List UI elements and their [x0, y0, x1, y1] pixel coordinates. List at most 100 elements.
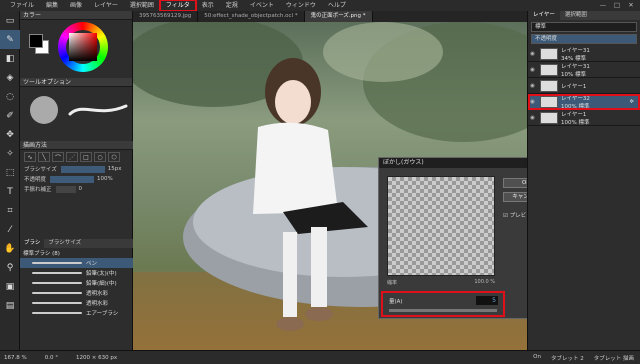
- zoom-value: 100.0 %: [474, 279, 495, 285]
- layer-mode-icon[interactable]: ▣: [0, 277, 20, 296]
- layer-row[interactable]: ◉ レイヤー1 100% 標準: [528, 110, 640, 126]
- pen-tool-icon[interactable]: ✎: [0, 30, 20, 49]
- layer-thumbnail: [540, 95, 558, 108]
- saturation-value-square[interactable]: [69, 33, 97, 61]
- stabilizer-value[interactable]: 0: [79, 186, 83, 192]
- brush-item-label: ペン: [86, 261, 98, 267]
- color-panel-title: カラー: [20, 11, 132, 20]
- amount-input[interactable]: 5: [476, 296, 498, 305]
- opacity-slider[interactable]: [50, 175, 95, 183]
- ellipse-icon[interactable]: ○: [94, 152, 106, 162]
- brush-group[interactable]: 標準ブラシ (8): [20, 248, 133, 258]
- layer-thumbnail: [540, 63, 558, 76]
- brush-tip-preview: [30, 96, 58, 124]
- brush-tool-icon[interactable]: ✐: [0, 106, 20, 125]
- layer-name: レイヤー32: [561, 95, 590, 102]
- lasso-tool-icon[interactable]: ◌: [0, 87, 20, 106]
- layer-list: ◉ レイヤー31 34% 標準 ◉ レイヤー31 10% 標準 ◉ レイヤー1 ◉ …: [528, 46, 640, 126]
- document-tab-active[interactable]: 鬼の正面ポーズ.png *: [304, 11, 373, 22]
- angle-status[interactable]: 0.0 °: [45, 355, 58, 361]
- eraser-tool-icon[interactable]: ◧: [0, 49, 20, 68]
- eye-icon[interactable]: ◉: [528, 83, 537, 89]
- maximize-button[interactable]: □: [610, 0, 624, 11]
- select-tool-icon[interactable]: ▭: [0, 11, 20, 30]
- tab-brush[interactable]: ブラシ: [20, 239, 45, 248]
- minimize-button[interactable]: —: [596, 0, 610, 11]
- menu-edit[interactable]: 編集: [40, 0, 64, 11]
- amount-control: 量(A) 5: [381, 291, 505, 317]
- menu-event[interactable]: イベント: [244, 0, 280, 11]
- fill-tool-icon[interactable]: ◈: [0, 68, 20, 87]
- move-tool-icon[interactable]: ✥: [0, 125, 20, 144]
- foreground-color-swatch[interactable]: [29, 34, 43, 48]
- menu-image[interactable]: 画像: [64, 0, 88, 11]
- brush-item-label: エアーブラシ: [86, 311, 119, 317]
- text-tool-icon[interactable]: T: [0, 182, 20, 201]
- mask-mode-icon[interactable]: ▤: [0, 296, 20, 315]
- menu-view[interactable]: 表示: [196, 0, 220, 11]
- document-tab[interactable]: 50:effect_shade_objectpatch.ocl *: [198, 11, 305, 22]
- layer-panel-tabs: レイヤー 選択範囲: [528, 11, 640, 20]
- layer-opacity-field[interactable]: 不透明度: [531, 34, 637, 44]
- brush-size-value[interactable]: 15: [108, 166, 115, 172]
- opacity-row: 不透明度 100 %: [20, 174, 133, 184]
- status-item: On: [533, 353, 541, 360]
- brush-size-slider[interactable]: [60, 165, 105, 173]
- document-tabs: 395763569129.jpg 50:effect_shade_objectp…: [133, 11, 527, 22]
- transform-tool-icon[interactable]: ⬚: [0, 163, 20, 182]
- menu-file[interactable]: ファイル: [4, 0, 40, 11]
- eye-icon[interactable]: ◉: [528, 99, 537, 105]
- menu-help[interactable]: ヘルプ: [322, 0, 352, 11]
- brush-size-row: ブラシサイズ 15 px: [20, 164, 133, 174]
- document-tab[interactable]: 395763569129.jpg: [133, 11, 199, 22]
- rect-icon[interactable]: □: [80, 152, 92, 162]
- blend-mode-select[interactable]: 標準: [531, 22, 637, 32]
- layer-row[interactable]: ◉ レイヤー1: [528, 78, 640, 94]
- amount-slider[interactable]: [389, 309, 497, 312]
- curve-icon[interactable]: ⌒: [52, 152, 64, 162]
- eye-icon[interactable]: ◉: [528, 67, 537, 73]
- freehand-icon[interactable]: ∿: [24, 152, 36, 162]
- zoom-tool-icon[interactable]: ⚲: [0, 258, 20, 277]
- layer-row-selected[interactable]: ◉ レイヤー32 100% 標準 ✲: [528, 94, 640, 110]
- layer-row[interactable]: ◉ レイヤー31 34% 標準: [528, 46, 640, 62]
- brush-item[interactable]: 透明水彩: [20, 288, 133, 298]
- brush-item[interactable]: 鉛筆(太)(中): [20, 268, 133, 278]
- crop-tool-icon[interactable]: ⌗: [0, 201, 20, 220]
- zoom-status[interactable]: 167.8 %: [4, 355, 27, 361]
- subtool-title: 描画方法: [20, 141, 133, 150]
- eye-icon[interactable]: ◉: [528, 51, 537, 57]
- layer-row[interactable]: ◉ レイヤー31 10% 標準: [528, 62, 640, 78]
- polygon-icon[interactable]: ⬡: [108, 152, 120, 162]
- wand-tool-icon[interactable]: ✧: [0, 144, 20, 163]
- brush-item[interactable]: 鉛筆(細)(中): [20, 278, 133, 288]
- brush-item[interactable]: エアーブラシ: [20, 308, 133, 318]
- brush-item[interactable]: ペン: [20, 258, 133, 268]
- menu-ruler[interactable]: 定規: [220, 0, 244, 11]
- opacity-value[interactable]: 100: [97, 176, 108, 182]
- subtool-row: ∿ ╲ ⌒ ⋰ □ ○ ⬡: [20, 150, 133, 164]
- status-item: タブレット 描画: [593, 355, 634, 362]
- eye-icon[interactable]: ◉: [528, 115, 537, 121]
- right-panel: レイヤー 選択範囲 標準 不透明度 ◉ レイヤー31 34% 標準 ◉ レイヤー3…: [527, 11, 640, 350]
- menu-filter[interactable]: フィルタ: [158, 0, 197, 12]
- line-icon[interactable]: ╲: [38, 152, 50, 162]
- menu-layer[interactable]: レイヤー: [88, 0, 124, 11]
- brush-item[interactable]: 透明水彩: [20, 298, 133, 308]
- layer-thumbnail: [540, 79, 558, 92]
- eyedropper-tool-icon[interactable]: ⁄: [0, 220, 20, 239]
- menu-selection[interactable]: 選択範囲: [124, 0, 160, 11]
- tab-layers[interactable]: レイヤー: [528, 11, 560, 20]
- blur-preview: [387, 176, 495, 276]
- stabilizer-slider[interactable]: [55, 185, 76, 193]
- hand-tool-icon[interactable]: ✋: [0, 239, 20, 258]
- polyline-icon[interactable]: ⋰: [66, 152, 78, 162]
- close-window-button[interactable]: ✕: [624, 0, 638, 11]
- menu-window[interactable]: ウィンドウ: [280, 0, 322, 11]
- tool-option-title: ツールオプション: [20, 78, 132, 87]
- checkbox-check-icon: ☑: [503, 213, 508, 219]
- gear-icon[interactable]: ✲: [629, 99, 634, 105]
- tab-selection[interactable]: 選択範囲: [560, 11, 592, 20]
- amount-label: 量(A): [389, 299, 403, 305]
- tab-brush-size[interactable]: ブラシサイズ: [44, 239, 85, 248]
